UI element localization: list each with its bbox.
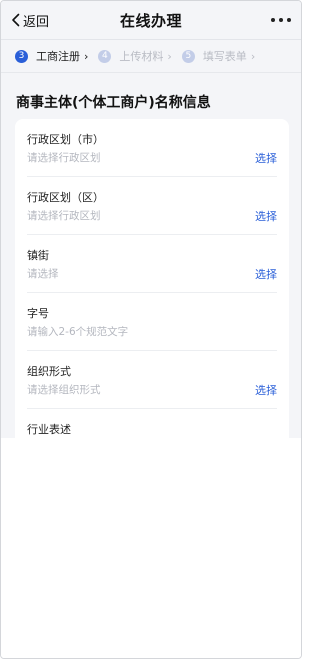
select-button[interactable]: 选择: [255, 150, 277, 166]
field-input-placeholder[interactable]: 请输入2-6个规范文字: [27, 324, 128, 339]
step-progress: 3 工商注册 › 4 上传材料 › 5 填写表单 ›: [1, 40, 301, 72]
step-upload-materials: 4 上传材料 ›: [98, 48, 172, 64]
field-placeholder: 请选择组织形式: [27, 384, 101, 396]
step-number: 3: [15, 49, 28, 63]
field-label: 行业表述: [27, 423, 71, 436]
step-label: 填写表单: [202, 50, 247, 63]
steps-divider: [1, 72, 301, 73]
page-title: 在线办理: [119, 12, 182, 30]
field-label: 字号: [27, 307, 49, 320]
step-label: 上传材料: [119, 50, 164, 63]
field-town-street[interactable]: 镇街 请选择 选择: [27, 235, 277, 293]
field-label: 组织形式: [27, 365, 71, 378]
more-dots-icon[interactable]: [271, 11, 291, 29]
field-district-city[interactable]: 行政区划（市） 请选择行政区划 选择: [27, 119, 277, 177]
select-button[interactable]: 选择: [255, 382, 277, 398]
field-placeholder: 请选择行政区划: [27, 210, 101, 222]
step-number: 5: [181, 49, 195, 63]
form-card: 行政区划（市） 请选择行政区划 选择 行政区划（区） 请选择行政区划 选择 镇街…: [15, 119, 289, 449]
step-label: 工商注册: [36, 50, 80, 63]
step-fill-form: 5 填写表单 ›: [181, 48, 256, 64]
step-business-registration: 3 工商注册 ›: [15, 48, 88, 64]
field-label: 行政区划（区）: [27, 191, 104, 204]
blank-area: [1, 438, 301, 658]
step-number: 4: [98, 49, 112, 63]
field-label: 镇街: [27, 249, 49, 262]
nav-header: 返回 在线办理: [1, 1, 301, 39]
chevron-right-icon: ›: [167, 49, 172, 63]
section-title: 商事主体(个体工商户)名称信息: [16, 95, 211, 111]
select-button[interactable]: 选择: [255, 266, 277, 282]
field-organization-form[interactable]: 组织形式 请选择组织形式 选择: [27, 351, 277, 409]
field-trade-name[interactable]: 字号 请输入2-6个规范文字: [27, 293, 277, 351]
phone-frame: 返回 在线办理 3 工商注册 › 4 上传材料 › 5 填写表单 › 商事主体(…: [0, 0, 302, 659]
field-placeholder: 请选择行政区划: [27, 152, 101, 164]
field-placeholder: 请选择: [27, 268, 59, 280]
field-district-area[interactable]: 行政区划（区） 请选择行政区划 选择: [27, 177, 277, 235]
chevron-right-icon: ›: [250, 49, 256, 63]
select-button[interactable]: 选择: [255, 208, 277, 224]
chevron-right-icon: ›: [84, 49, 89, 63]
field-label: 行政区划（市）: [27, 133, 104, 146]
